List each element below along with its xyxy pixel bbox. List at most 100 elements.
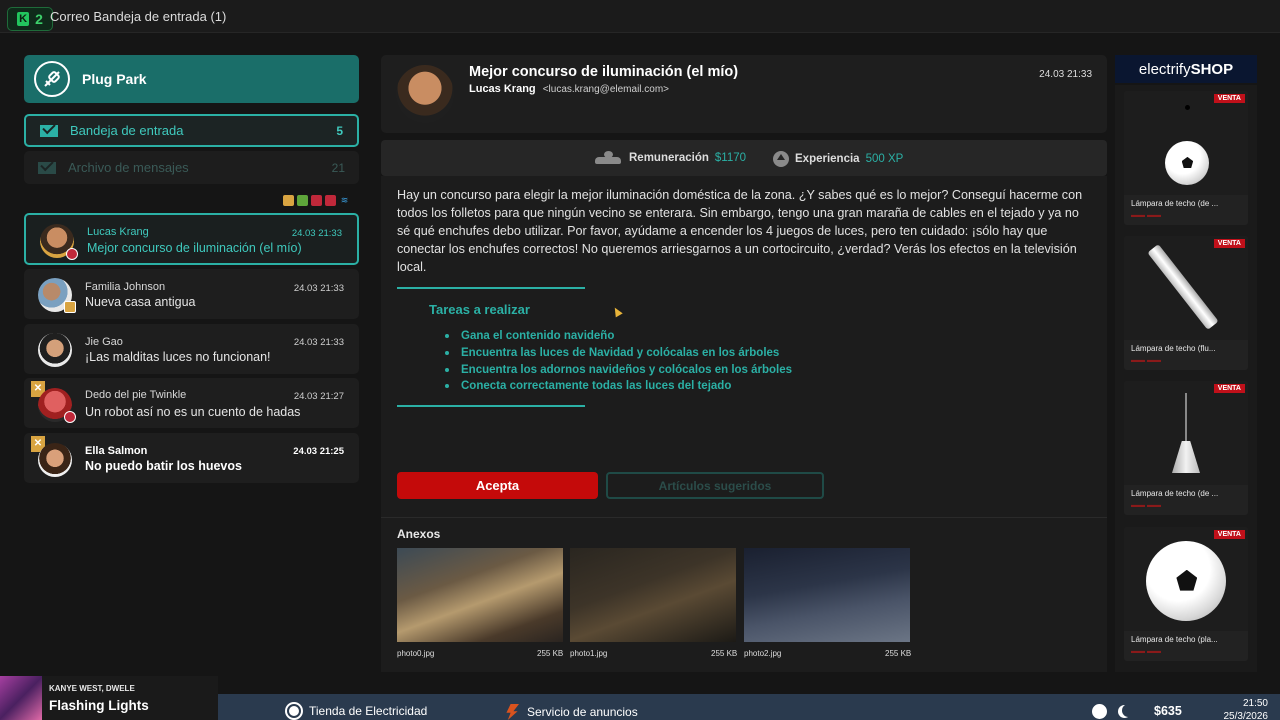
- cable-dot: [1185, 105, 1190, 110]
- folder-count: 5: [336, 123, 343, 138]
- message-item[interactable]: Jie Gao ¡Las malditas luces no funcionan…: [24, 324, 359, 374]
- day-icon[interactable]: [1092, 704, 1107, 719]
- tube-lamp-icon: [1147, 244, 1219, 330]
- sender-avatar: [396, 65, 454, 123]
- shop-product[interactable]: VENTA Lámpara de techo (de ... ▬▬ ▬▬: [1124, 91, 1248, 225]
- product-image: [1124, 527, 1248, 631]
- bag-badge-icon: [64, 301, 76, 313]
- attachment-name: photo2.jpg: [744, 649, 782, 658]
- heart-icon: [325, 195, 336, 206]
- app-badge[interactable]: K 2: [7, 7, 53, 31]
- attachment-name: photo1.jpg: [570, 649, 608, 658]
- shop-logo-light: electrify: [1138, 60, 1191, 78]
- task-item: Encuentra los adornos navideños y colóca…: [445, 362, 792, 379]
- accept-button[interactable]: Acepta: [397, 472, 598, 499]
- status-icons: ≋: [283, 195, 350, 206]
- message-sender: Familia Johnson: [85, 281, 166, 293]
- folder-inbox[interactable]: Bandeja de entrada 5: [24, 114, 359, 147]
- clock-time: 21:50: [1242, 698, 1268, 709]
- message-sender: Dedo del pie Twinkle: [85, 389, 187, 401]
- money-hand-icon: [595, 151, 623, 165]
- mail-icon: [40, 124, 58, 137]
- reward-xp: Experiencia 500 XP: [773, 151, 903, 167]
- tasks-divider-bottom: [397, 405, 585, 407]
- sale-badge: VENTA: [1213, 530, 1245, 539]
- mail-date: 24.03 21:33: [1039, 69, 1092, 80]
- window-title: Correo Bandeja de entrada (1): [50, 9, 227, 24]
- brand-banner: Plug Park: [24, 55, 359, 103]
- store-icon: [287, 704, 301, 718]
- album-art: [0, 676, 42, 720]
- product-name: Lámpara de techo (flu...: [1131, 344, 1216, 353]
- music-artist: KANYE WEST, DWELE: [49, 684, 135, 693]
- shop-product[interactable]: VENTA Lámpara de techo (flu... ▬▬ ▬▬: [1124, 236, 1248, 370]
- message-subject: Un robot así no es un cuento de hadas: [85, 405, 301, 419]
- message-sender: Lucas Krang: [87, 226, 149, 238]
- reward-value: $1170: [714, 152, 747, 164]
- reward-payment: Remuneración $1170: [595, 151, 746, 165]
- tasks-divider-top: [397, 287, 585, 289]
- message-item[interactable]: ✕ Ella Salmon No puedo batir los huevos …: [24, 433, 359, 483]
- clock-date: 25/3/2026: [1223, 711, 1269, 720]
- taskbar-ads-service[interactable]: Servicio de anuncios: [505, 704, 638, 720]
- night-icon[interactable]: [1122, 704, 1135, 717]
- plug-badge-icon: [66, 248, 78, 260]
- shop-product[interactable]: VENTA Lámpara de techo (pla... ▬▬ ▬▬: [1124, 527, 1248, 661]
- message-subject: No puedo batir los huevos: [85, 459, 242, 473]
- task-item: Encuentra las luces de Navidad y colócal…: [445, 345, 792, 362]
- from-email: <lucas.krang@elemail.com>: [542, 84, 670, 95]
- suggested-items-button[interactable]: Artículos sugeridos: [606, 472, 824, 499]
- message-item[interactable]: ✕ Dedo del pie Twinkle Un robot así no e…: [24, 378, 359, 428]
- task-item: Gana el contenido navideño: [445, 328, 792, 345]
- tasks-list: Gana el contenido navideño Encuentra las…: [445, 328, 792, 395]
- product-image: [1124, 91, 1248, 195]
- attachment-thumbnail[interactable]: [570, 548, 736, 642]
- message-subject: Mejor concurso de iluminación (el mío): [87, 241, 302, 255]
- message-item[interactable]: Familia Johnson Nueva casa antigua 24.03…: [24, 269, 359, 319]
- message-item[interactable]: Lucas Krang Mejor concurso de iluminació…: [24, 213, 359, 265]
- message-sender: Jie Gao: [85, 336, 123, 348]
- product-name: Lámpara de techo (pla...: [1131, 635, 1218, 644]
- mail-from: Lucas Krang <lucas.krang@elemail.com>: [469, 83, 669, 95]
- plug-icon: [311, 195, 322, 206]
- product-price-hidden: ▬▬ ▬▬: [1131, 502, 1161, 509]
- attachment-thumbnail[interactable]: [744, 548, 910, 642]
- mail-text: Hay un concurso para elegir la mejor ilu…: [397, 188, 1083, 274]
- soccer-lamp-icon: [1165, 141, 1209, 185]
- music-widget[interactable]: KANYE WEST, DWELE Flashing Lights: [0, 676, 218, 720]
- shop-logo-bold: SHOP: [1190, 60, 1234, 78]
- sale-badge: VENTA: [1213, 94, 1245, 103]
- divider: [381, 517, 1107, 518]
- message-time: 24.03 21:33: [293, 283, 344, 294]
- tasks-title: Tareas a realizar: [429, 302, 530, 317]
- xp-label: Experiencia: [795, 153, 860, 165]
- message-time: 24.03 21:25: [293, 446, 344, 457]
- shop-logo[interactable]: electrify SHOP: [1115, 55, 1257, 83]
- mail-subject: Mejor concurso de iluminación (el mío): [469, 64, 739, 80]
- taskbar-label: Tienda de Electricidad: [309, 704, 428, 718]
- music-title: Flashing Lights: [49, 698, 149, 713]
- product-image: [1124, 381, 1248, 485]
- product-name: Lámpara de techo (de ...: [1131, 489, 1219, 498]
- message-sender: Ella Salmon: [85, 445, 148, 457]
- from-name: Lucas Krang: [469, 83, 536, 95]
- taskbar-label: Servicio de anuncios: [527, 705, 638, 719]
- product-name: Lámpara de techo (de ...: [1131, 199, 1219, 208]
- sale-badge: VENTA: [1213, 384, 1245, 393]
- attachment-size: 255 KB: [537, 649, 564, 658]
- clock: 21:50 25/3/2026: [1224, 697, 1269, 720]
- badge-number: 2: [35, 11, 43, 27]
- folder-label: Archivo de mensajes: [68, 160, 189, 175]
- taskbar-electricity-store[interactable]: Tienda de Electricidad: [287, 704, 427, 718]
- product-image: [1124, 236, 1248, 340]
- mail-icon: [38, 161, 56, 174]
- brand-name: Plug Park: [82, 71, 147, 87]
- folder-archive[interactable]: Archivo de mensajes 21: [24, 151, 359, 184]
- money-display: $635: [1154, 704, 1182, 718]
- attachment-thumbnail[interactable]: [397, 548, 563, 642]
- attachment-size: 255 KB: [711, 649, 738, 658]
- gear-icon: [297, 195, 308, 206]
- xp-value: 500 XP: [865, 153, 904, 165]
- shop-product[interactable]: VENTA Lámpara de techo (de ... ▬▬ ▬▬: [1124, 381, 1248, 515]
- reward-bar: Remuneración $1170 Experiencia 500 XP: [381, 140, 1107, 176]
